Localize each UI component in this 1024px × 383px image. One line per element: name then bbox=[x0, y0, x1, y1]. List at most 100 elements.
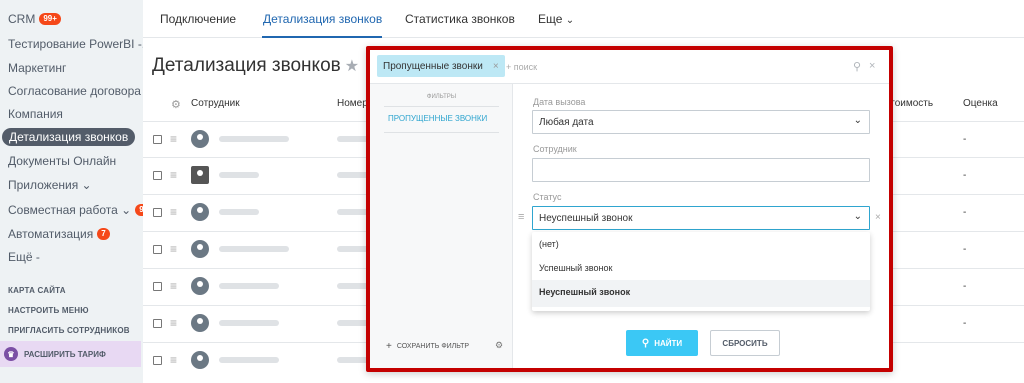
search-input[interactable]: + поиск bbox=[506, 62, 537, 72]
save-filter-button[interactable]: + СОХРАНИТЬ ФИЛЬТР bbox=[386, 341, 469, 352]
date-label: Дата вызова bbox=[533, 97, 586, 107]
reset-button[interactable]: СБРОСИТЬ bbox=[710, 330, 780, 356]
blurred-text bbox=[337, 320, 369, 326]
tab-connection[interactable]: Подключение bbox=[160, 12, 236, 26]
upgrade-plan-button[interactable]: ♛ РАСШИРИТЬ ТАРИФ bbox=[0, 341, 141, 367]
invite-users-link[interactable]: ПРИГЛАСИТЬ СОТРУДНИКОВ bbox=[8, 326, 130, 335]
blurred-text bbox=[337, 283, 369, 289]
sidebar-item-crm[interactable]: CRM 99+ bbox=[8, 12, 61, 26]
blurred-text bbox=[219, 246, 289, 252]
blurred-text bbox=[337, 136, 369, 142]
date-value: Любая дата bbox=[539, 117, 594, 128]
status-dropdown: (нет) Успешный звонок Неуспешный звонок bbox=[532, 232, 870, 311]
presets-title: ФИЛЬТРЫ bbox=[426, 94, 457, 100]
sidebar-item-automation[interactable]: Автоматизация 7 bbox=[8, 227, 110, 241]
row-checkbox[interactable] bbox=[153, 245, 162, 254]
status-option-failed[interactable]: Неуспешный звонок bbox=[532, 280, 870, 307]
row-checkbox[interactable] bbox=[153, 208, 162, 217]
row-menu-icon[interactable]: ≡ bbox=[170, 205, 177, 219]
sidebar-item-contract[interactable]: Согласование договора bbox=[8, 84, 141, 98]
employee-label: Сотрудник bbox=[533, 144, 577, 154]
find-label: НАЙТИ bbox=[654, 338, 683, 348]
row-menu-icon[interactable]: ≡ bbox=[170, 279, 177, 293]
blurred-text bbox=[219, 357, 279, 363]
sidebar-item-apps[interactable]: Приложения ⌄ bbox=[8, 178, 92, 192]
row-menu-icon[interactable]: ≡ bbox=[170, 168, 177, 182]
close-icon[interactable]: × bbox=[493, 61, 499, 72]
column-rating[interactable]: Оценка bbox=[963, 98, 998, 109]
filter-chip[interactable]: Пропущенные звонки × bbox=[377, 55, 505, 77]
avatar bbox=[191, 130, 209, 148]
clear-icon[interactable]: × bbox=[869, 60, 875, 72]
blurred-text bbox=[337, 209, 369, 215]
column-employee[interactable]: Сотрудник bbox=[191, 98, 240, 109]
status-option-none[interactable]: (нет) bbox=[532, 232, 870, 256]
sidebar-item-label: Автоматизация bbox=[8, 227, 94, 241]
row-menu-icon[interactable]: ≡ bbox=[170, 316, 177, 330]
plus-icon: + bbox=[386, 341, 392, 352]
blurred-text bbox=[337, 246, 369, 252]
star-icon[interactable]: ★ bbox=[345, 56, 359, 76]
status-value: Неуспешный звонок bbox=[539, 213, 633, 224]
gear-icon[interactable]: ⚙ bbox=[171, 98, 181, 111]
status-option-success[interactable]: Успешный звонок bbox=[532, 256, 870, 280]
status-label: Статус bbox=[533, 192, 562, 202]
upgrade-label: РАСШИРИТЬ ТАРИФ bbox=[24, 349, 106, 359]
row-menu-icon[interactable]: ≡ bbox=[170, 242, 177, 256]
row-checkbox[interactable] bbox=[153, 135, 162, 144]
sidebar-item-more[interactable]: Ещё - bbox=[8, 250, 40, 264]
row-checkbox[interactable] bbox=[153, 282, 162, 291]
sidebar-item-label: CRM bbox=[8, 12, 36, 26]
sidebar-item-company[interactable]: Компания bbox=[8, 107, 63, 121]
tab-more[interactable]: Еще ⌄ bbox=[538, 12, 574, 26]
filter-search-bar[interactable]: Пропущенные звонки × + поиск ⚲ × bbox=[370, 50, 889, 84]
employee-field[interactable] bbox=[532, 158, 870, 182]
blurred-text bbox=[219, 320, 279, 326]
rating-value: - bbox=[963, 207, 967, 218]
avatar bbox=[191, 240, 209, 258]
divider bbox=[384, 132, 499, 133]
row-checkbox[interactable] bbox=[153, 356, 162, 365]
avatar bbox=[191, 351, 209, 369]
crown-icon: ♛ bbox=[4, 347, 18, 361]
sitemap-link[interactable]: КАРТА САЙТА bbox=[8, 286, 66, 295]
gear-icon[interactable]: ⚙ bbox=[495, 340, 503, 351]
sidebar-item-call-details[interactable]: Детализация звонков bbox=[2, 128, 136, 146]
blurred-text bbox=[219, 283, 279, 289]
tab-more-label: Еще bbox=[538, 12, 563, 26]
drag-handle-icon[interactable]: ≡ bbox=[518, 211, 524, 223]
date-select[interactable]: Любая дата ⌄ bbox=[532, 110, 870, 134]
status-select[interactable]: Неуспешный звонок ⌄ bbox=[532, 206, 870, 230]
sidebar-item-powerbi[interactable]: Тестирование PowerBI -... bbox=[8, 37, 152, 51]
crm-badge: 99+ bbox=[39, 13, 61, 25]
search-icon[interactable]: ⚲ bbox=[853, 60, 861, 73]
sidebar-item-documents[interactable]: Документы Онлайн bbox=[8, 154, 116, 168]
row-menu-icon[interactable]: ≡ bbox=[170, 353, 177, 367]
blurred-text bbox=[219, 209, 259, 215]
sidebar-item-marketing[interactable]: Маркетинг bbox=[8, 61, 66, 75]
avatar bbox=[191, 203, 209, 221]
avatar bbox=[191, 314, 209, 332]
sidebar-item-collab[interactable]: Совместная работа ⌄ 99+ bbox=[8, 203, 157, 217]
find-button[interactable]: ⚲ НАЙТИ bbox=[626, 330, 698, 356]
row-menu-icon[interactable]: ≡ bbox=[170, 132, 177, 146]
rating-value: - bbox=[963, 281, 967, 292]
rating-value: - bbox=[963, 170, 967, 181]
remove-field-icon[interactable]: × bbox=[875, 212, 881, 223]
filter-presets-panel: ФИЛЬТРЫ ПРОПУЩЕННЫЕ ЗВОНКИ + СОХРАНИТЬ Ф… bbox=[370, 84, 513, 368]
row-checkbox[interactable] bbox=[153, 319, 162, 328]
left-sidebar: CRM 99+ Тестирование PowerBI -... Маркет… bbox=[0, 0, 157, 383]
rating-value: - bbox=[963, 134, 967, 145]
rating-value: - bbox=[963, 318, 967, 329]
column-number[interactable]: Номер bbox=[337, 98, 368, 109]
automation-badge: 7 bbox=[97, 228, 110, 240]
tab-call-details[interactable]: Детализация звонков bbox=[263, 12, 382, 26]
blurred-text bbox=[219, 136, 289, 142]
chevron-down-icon: ⌄ bbox=[565, 15, 575, 26]
row-checkbox[interactable] bbox=[153, 171, 162, 180]
configure-menu-link[interactable]: НАСТРОИТЬ МЕНЮ bbox=[8, 306, 89, 315]
tab-call-stats[interactable]: Статистика звонков bbox=[405, 12, 515, 26]
avatar bbox=[191, 166, 209, 184]
preset-missed-calls[interactable]: ПРОПУЩЕННЫЕ ЗВОНКИ bbox=[388, 114, 487, 123]
blurred-text bbox=[219, 172, 259, 178]
